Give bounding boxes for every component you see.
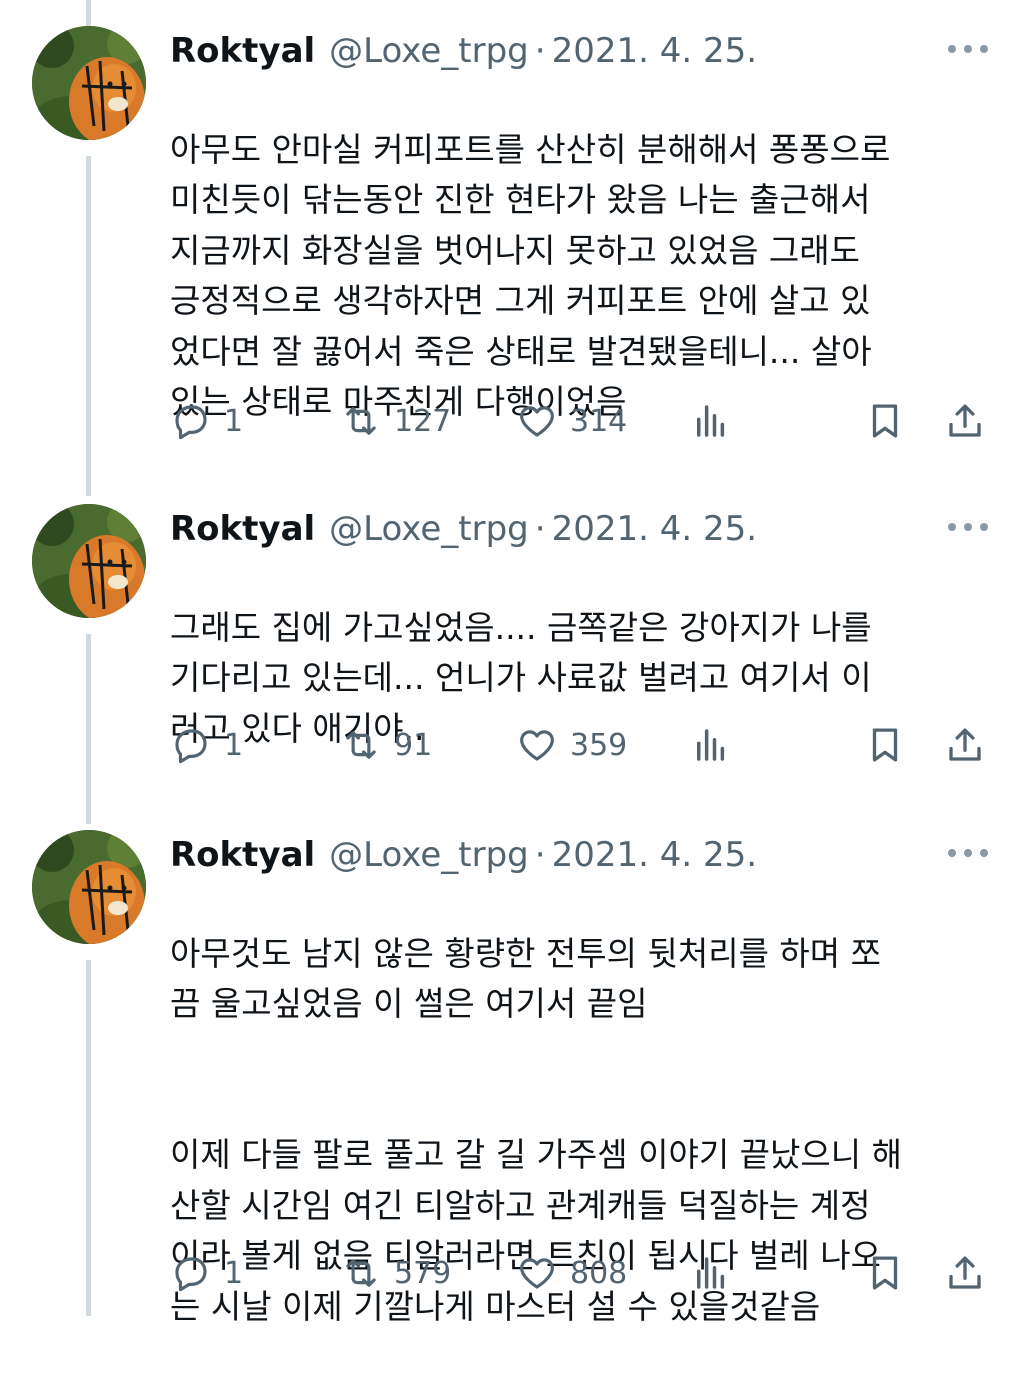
- retweet-icon: [346, 1259, 376, 1287]
- retweet-count: 579: [394, 1255, 452, 1291]
- tweet-paragraph: 아무도 안마실 커피포트를 산산히 분해해서 퐁퐁으로 미친듯이 닦는동안 진한…: [170, 129, 891, 422]
- views-button[interactable]: [690, 1248, 732, 1298]
- like-count: 808: [570, 1255, 628, 1291]
- retweet-count: 127: [394, 403, 452, 439]
- tweet-header: Roktyal @Loxe_trpg · 2021. 4. 25.: [170, 504, 757, 554]
- retweet-icon: [346, 731, 376, 759]
- avatar[interactable]: [32, 26, 146, 140]
- tweet-date[interactable]: 2021. 4. 25.: [552, 835, 757, 875]
- bookmark-icon: [872, 404, 898, 438]
- bookmark-button[interactable]: [864, 1248, 906, 1298]
- reply-icon: [175, 1257, 207, 1292]
- tiger-avatar-image: [32, 504, 146, 618]
- reply-button[interactable]: 1: [170, 720, 243, 770]
- bar-chart-icon: [697, 1257, 725, 1289]
- share-icon: [949, 1256, 981, 1289]
- separator-dot: ·: [534, 509, 546, 549]
- retweet-count: 91: [394, 727, 433, 763]
- tweet-text: 아무것도 남지 않은 황량한 전투의 뒷처리를 하며 쪼 끔 울고싶었음 이 썰…: [170, 878, 990, 1383]
- reply-button[interactable]: 1: [170, 396, 243, 446]
- like-count: 359: [570, 727, 628, 763]
- heart-icon: [520, 406, 554, 437]
- bar-chart-icon: [697, 729, 725, 761]
- tweet-header: Roktyal @Loxe_trpg · 2021. 4. 25.: [170, 830, 757, 880]
- retweet-button[interactable]: 127: [340, 396, 451, 446]
- share-icon: [949, 728, 981, 761]
- tweet-paragraph: 이제 다들 팔로 풀고 갈 길 가주셈 이야기 끝났으니 해 산할 시간임 여긴…: [170, 1135, 902, 1326]
- bar-chart-icon: [697, 405, 725, 437]
- tweet-paragraph: 아무것도 남지 않은 황량한 전투의 뒷처리를 하며 쪼 끔 울고싶었음 이 썰…: [170, 933, 881, 1024]
- tweet-date[interactable]: 2021. 4. 25.: [552, 31, 757, 71]
- share-button[interactable]: [944, 396, 986, 446]
- tweet-date[interactable]: 2021. 4. 25.: [552, 509, 757, 549]
- bookmark-button[interactable]: [864, 720, 906, 770]
- retweet-icon: [346, 407, 376, 435]
- bookmark-icon: [872, 1256, 898, 1290]
- display-name[interactable]: Roktyal: [170, 835, 315, 875]
- thread-line: [86, 634, 91, 824]
- heart-icon: [520, 1258, 554, 1289]
- share-icon: [949, 404, 981, 437]
- retweet-button[interactable]: 91: [340, 720, 432, 770]
- thread-line: [86, 156, 91, 496]
- display-name[interactable]: Roktyal: [170, 31, 315, 71]
- avatar[interactable]: [32, 830, 146, 944]
- separator-dot: ·: [534, 835, 546, 875]
- more-options-icon[interactable]: [948, 512, 988, 542]
- user-handle[interactable]: @Loxe_trpg: [329, 835, 529, 875]
- display-name[interactable]: Roktyal: [170, 509, 315, 549]
- share-button[interactable]: [944, 1248, 986, 1298]
- like-button[interactable]: 808: [516, 1248, 627, 1298]
- more-options-icon[interactable]: [948, 838, 988, 868]
- bookmark-icon: [872, 728, 898, 762]
- heart-icon: [520, 730, 554, 761]
- share-button[interactable]: [944, 720, 986, 770]
- bookmark-button[interactable]: [864, 396, 906, 446]
- reply-count: 1: [224, 1255, 244, 1291]
- tweet-header: Roktyal @Loxe_trpg · 2021. 4. 25.: [170, 26, 757, 76]
- thread-line: [86, 0, 91, 26]
- separator-dot: ·: [534, 31, 546, 71]
- more-options-icon[interactable]: [948, 34, 988, 64]
- user-handle[interactable]: @Loxe_trpg: [329, 509, 529, 549]
- action-bar: 1 127 314: [170, 396, 990, 446]
- action-bar: 1 91 359: [170, 720, 990, 770]
- reply-count: 1: [224, 403, 244, 439]
- reply-count: 1: [224, 727, 244, 763]
- like-button[interactable]: 359: [516, 720, 627, 770]
- reply-icon: [175, 729, 207, 764]
- avatar[interactable]: [32, 504, 146, 618]
- tiger-avatar-image: [32, 26, 146, 140]
- thread-line: [86, 960, 91, 1316]
- retweet-button[interactable]: 579: [340, 1248, 451, 1298]
- action-bar: 1 579 808: [170, 1248, 990, 1298]
- tiger-avatar-image: [32, 830, 146, 944]
- like-button[interactable]: 314: [516, 396, 627, 446]
- like-count: 314: [570, 403, 628, 439]
- views-button[interactable]: [690, 720, 732, 770]
- reply-button[interactable]: 1: [170, 1248, 243, 1298]
- user-handle[interactable]: @Loxe_trpg: [329, 31, 529, 71]
- reply-icon: [175, 405, 207, 440]
- views-button[interactable]: [690, 396, 732, 446]
